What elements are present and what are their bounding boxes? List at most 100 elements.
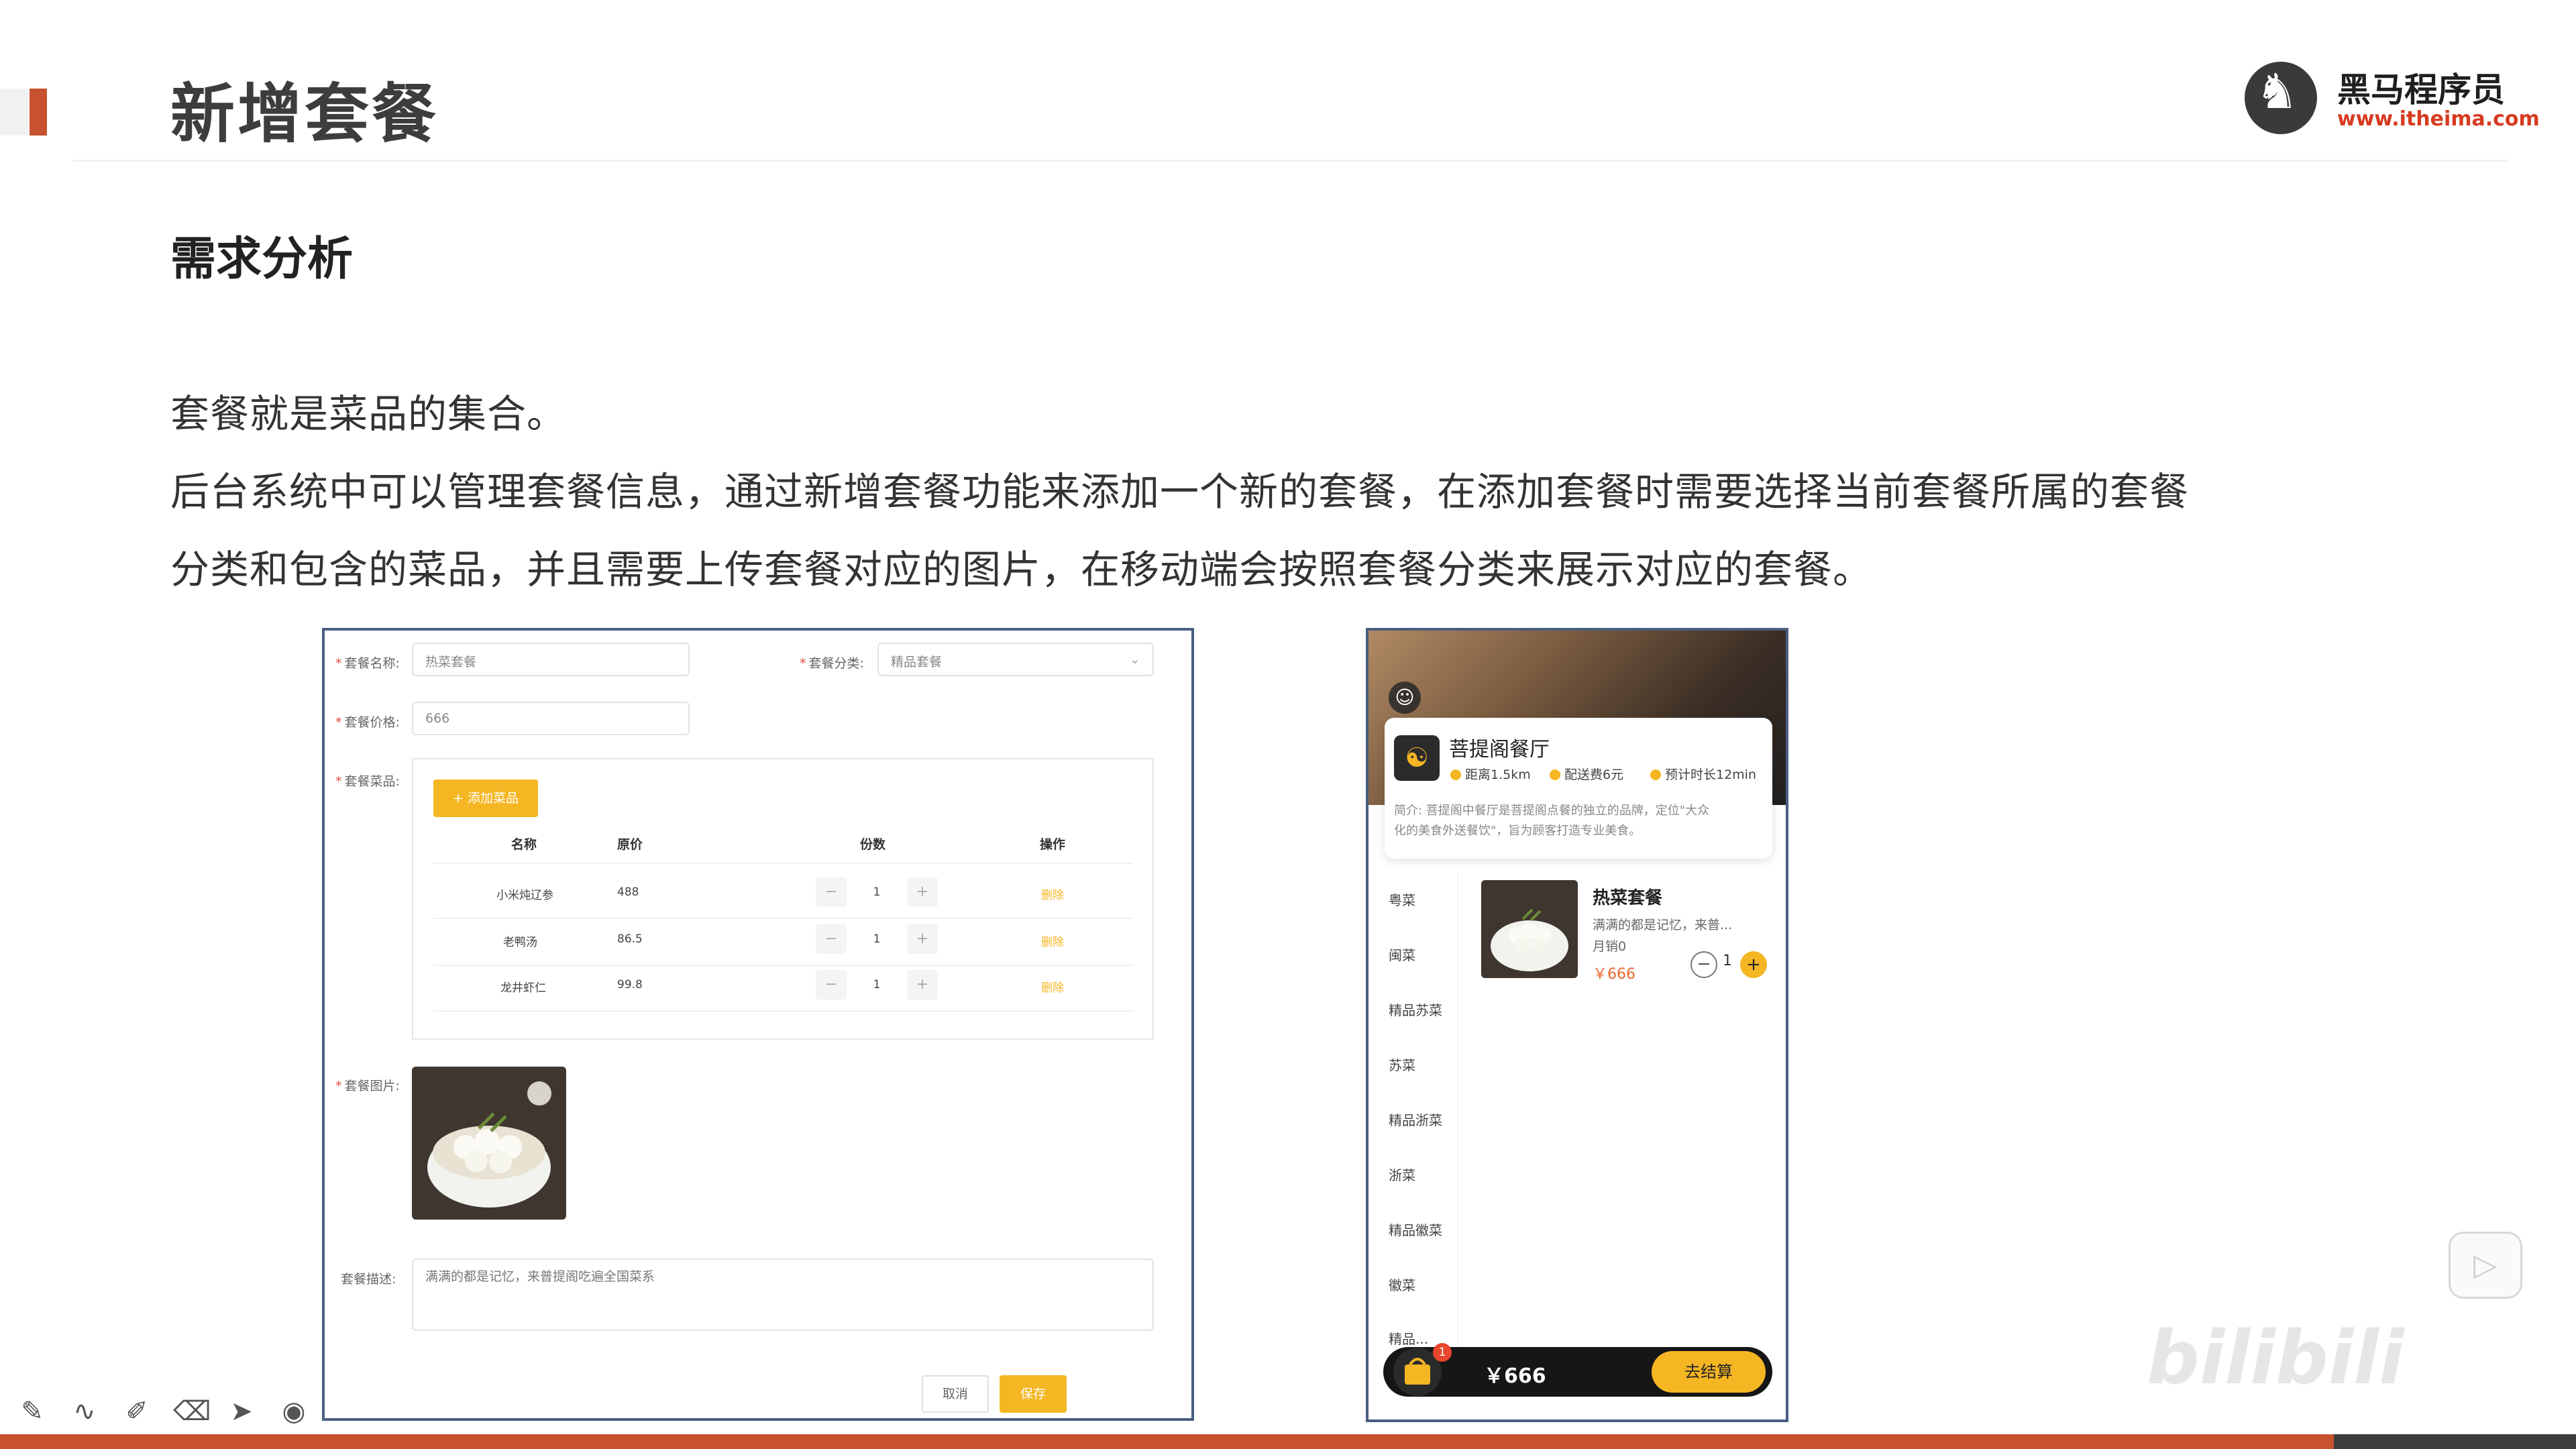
record-icon[interactable]: ◉ bbox=[278, 1395, 310, 1428]
paragraph-1: 套餐就是菜品的集合。 bbox=[170, 391, 567, 437]
quantity-stepper: − 1 + bbox=[816, 970, 938, 1000]
accent-bar bbox=[30, 89, 47, 136]
delivery-fee-info: 配送费6元 bbox=[1550, 765, 1623, 783]
mobile-app-screenshot: ☺ ☯ 菩提阁餐厅 距离1.5km 配送费6元 预计时长12min 简介: 菩提… bbox=[1366, 628, 1788, 1422]
curve-icon[interactable]: ∿ bbox=[68, 1395, 101, 1428]
category-label: * 套餐分类: bbox=[800, 656, 864, 671]
logo-url: www.itheima.com bbox=[2337, 107, 2540, 131]
dish-name-cell: 老鸭汤 bbox=[503, 936, 537, 949]
dish-quantity: 1 bbox=[1723, 953, 1732, 969]
save-button[interactable]: 保存 bbox=[1000, 1375, 1067, 1413]
col-header-qty: 份数 bbox=[860, 837, 886, 852]
dish-price-cell: 488 bbox=[617, 885, 639, 899]
name-label: * 套餐名称: bbox=[335, 656, 400, 671]
quantity-value[interactable]: 1 bbox=[847, 970, 907, 1000]
shop-intro: 简介: 菩提阁中餐厅是菩提阁点餐的独立的品牌，定位"大众 化的美食外送餐饮"，旨… bbox=[1394, 804, 1710, 838]
increase-button[interactable]: + bbox=[1740, 951, 1767, 978]
logo-name: 黑马程序员 bbox=[2337, 70, 2505, 109]
dishes-label: * 套餐菜品: bbox=[335, 774, 400, 789]
plus-button[interactable]: + bbox=[907, 970, 938, 1000]
minus-button[interactable]: − bbox=[816, 924, 847, 954]
dish-price-cell: 86.5 bbox=[617, 932, 643, 946]
category-select[interactable]: 精品套餐 ⌄ bbox=[877, 643, 1154, 676]
chevron-down-icon: ⌄ bbox=[1129, 651, 1140, 667]
row-divider bbox=[433, 1010, 1134, 1012]
watermark: bilibili bbox=[2147, 1315, 2404, 1401]
cancel-button[interactable]: 取消 bbox=[922, 1375, 989, 1413]
description-label: 套餐描述: bbox=[341, 1272, 396, 1287]
category-item[interactable]: 浙菜 bbox=[1389, 1165, 1415, 1184]
dish-image[interactable] bbox=[1481, 880, 1578, 978]
col-header-name: 名称 bbox=[511, 837, 537, 852]
dish-photo-icon bbox=[412, 1067, 566, 1220]
dish-sales: 月销0 bbox=[1593, 939, 1627, 954]
price-label: * 套餐价格: bbox=[335, 715, 400, 730]
category-item[interactable]: 闽菜 bbox=[1389, 945, 1415, 964]
shop-name: 菩提阁餐厅 bbox=[1449, 738, 1550, 761]
pen-icon[interactable]: ✎ bbox=[16, 1395, 48, 1428]
slide-title: 新增套餐 bbox=[170, 76, 439, 152]
fee-icon bbox=[1550, 769, 1560, 780]
category-item[interactable]: 精品苏菜 bbox=[1389, 1000, 1442, 1019]
paragraph-3: 分类和包含的菜品，并且需要上传套餐对应的图片，在移动端会按照套餐分类来展示对应的… bbox=[170, 547, 1873, 592]
row-divider bbox=[433, 918, 1134, 919]
image-label: * 套餐图片: bbox=[335, 1079, 400, 1093]
quantity-value[interactable]: 1 bbox=[847, 924, 907, 954]
price-input[interactable]: 666 bbox=[412, 702, 690, 735]
accent-block bbox=[0, 89, 28, 136]
play-icon[interactable]: ▷ bbox=[2449, 1232, 2522, 1299]
dish-name-cell: 小米炖辽参 bbox=[496, 889, 553, 902]
dish-price: ￥666 bbox=[1593, 966, 1635, 983]
minus-button[interactable]: − bbox=[816, 877, 847, 907]
row-divider bbox=[433, 965, 1134, 966]
clock-icon bbox=[1650, 769, 1661, 780]
video-progress-fill bbox=[0, 1434, 2334, 1449]
location-icon bbox=[1450, 769, 1461, 780]
minus-button[interactable]: − bbox=[816, 970, 847, 1000]
header-divider bbox=[72, 160, 2508, 162]
paragraph-2: 后台系统中可以管理套餐信息，通过新增套餐功能来添加一个新的套餐，在添加套餐时需要… bbox=[170, 469, 2190, 515]
quantity-stepper: − 1 + bbox=[816, 877, 938, 907]
eta-info: 预计时长12min bbox=[1650, 765, 1756, 783]
cart-count-badge: 1 bbox=[1433, 1343, 1452, 1362]
user-icon[interactable]: ☺ bbox=[1389, 682, 1421, 714]
description-textarea[interactable]: 满满的都是记忆，来普提阁吃遍全国菜系 bbox=[412, 1258, 1154, 1331]
category-item[interactable]: 粤菜 bbox=[1389, 890, 1415, 909]
category-item[interactable]: 徽菜 bbox=[1389, 1275, 1415, 1294]
dish-name-cell: 龙井虾仁 bbox=[500, 981, 546, 995]
header-divider bbox=[433, 863, 1134, 864]
category-selected-value: 精品套餐 bbox=[891, 655, 943, 669]
brand-logo: ♞ 黑马程序员 www.itheima.com bbox=[2245, 59, 2540, 140]
eraser-icon[interactable]: ⌫ bbox=[173, 1395, 211, 1428]
distance-info: 距离1.5km bbox=[1450, 765, 1531, 783]
delete-link[interactable]: 删除 bbox=[1041, 932, 1064, 949]
dish-name: 热菜套餐 bbox=[1593, 888, 1663, 908]
dish-panel: + 添加菜品 名称 原价 份数 操作 小米炖辽参 488 − 1 + 删除 老鸭… bbox=[412, 758, 1154, 1040]
dish-description: 满满的都是记忆，来普... bbox=[1593, 918, 1733, 932]
category-item[interactable]: 苏菜 bbox=[1389, 1055, 1415, 1074]
package-image[interactable] bbox=[412, 1067, 566, 1220]
dish-photo-icon bbox=[1481, 880, 1578, 978]
shop-info-card: ☯ 菩提阁餐厅 距离1.5km 配送费6元 预计时长12min 简介: 菩提阁中… bbox=[1385, 718, 1772, 859]
quantity-value[interactable]: 1 bbox=[847, 877, 907, 907]
category-item[interactable]: 精品徽菜 bbox=[1389, 1220, 1442, 1239]
category-item[interactable]: 精品浙菜 bbox=[1389, 1110, 1442, 1129]
shop-logo-icon: ☯ bbox=[1394, 735, 1440, 781]
delete-link[interactable]: 删除 bbox=[1041, 978, 1064, 995]
cart-bar: 1 ￥666 去结算 bbox=[1383, 1343, 1772, 1397]
plus-button[interactable]: + bbox=[907, 877, 938, 907]
checkout-button[interactable]: 去结算 bbox=[1652, 1351, 1766, 1393]
logo-glyph: ♞ bbox=[2255, 63, 2299, 119]
highlighter-icon[interactable]: ✐ bbox=[121, 1395, 153, 1428]
package-name-input[interactable]: 热菜套餐 bbox=[412, 643, 690, 676]
decrease-button[interactable]: − bbox=[1690, 951, 1717, 978]
add-dish-button[interactable]: + 添加菜品 bbox=[433, 780, 538, 817]
col-header-price: 原价 bbox=[617, 837, 643, 852]
col-header-action: 操作 bbox=[1040, 837, 1066, 852]
plus-button[interactable]: + bbox=[907, 924, 938, 954]
category-divider bbox=[1457, 872, 1458, 1368]
dish-price-cell: 99.8 bbox=[617, 978, 643, 991]
pointer-icon[interactable]: ➤ bbox=[225, 1395, 258, 1428]
cart-total: ￥666 bbox=[1484, 1364, 1546, 1388]
delete-link[interactable]: 删除 bbox=[1041, 885, 1064, 902]
